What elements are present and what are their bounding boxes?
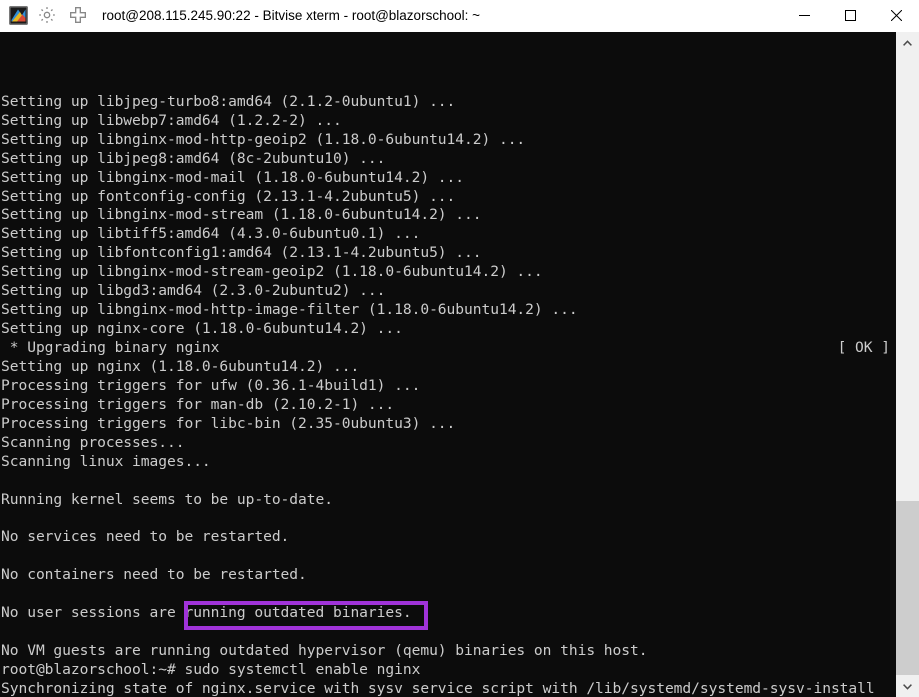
terminal-line-text: Setting up nginx-core (1.18.0-6ubuntu14.… [1, 320, 403, 338]
maximize-button[interactable] [827, 0, 873, 31]
terminal-line: Synchronizing state of nginx.service wit… [1, 680, 895, 697]
terminal-line: Setting up nginx (1.18.0-6ubuntu14.2) ..… [1, 358, 895, 377]
terminal-line-text: Setting up libfontconfig1:amd64 (2.13.1-… [1, 244, 482, 262]
close-button[interactable] [873, 0, 919, 31]
terminal-line: No services need to be restarted. [1, 528, 895, 547]
terminal-line-text: Setting up libnginx-mod-http-image-filte… [1, 301, 578, 319]
terminal-line-text: Scanning processes... [1, 433, 185, 451]
terminal-window: root@208.115.245.90:22 - Bitvise xterm -… [0, 0, 919, 697]
terminal-line: * Upgrading binary nginx [ OK ] [1, 339, 895, 358]
terminal-line: Running kernel seems to be up-to-date. [1, 491, 895, 510]
window-title: root@208.115.245.90:22 - Bitvise xterm -… [102, 8, 480, 23]
terminal-line: Setting up libnginx-mod-stream-geoip2 (1… [1, 263, 895, 282]
terminal-scrollbar[interactable] [895, 32, 919, 697]
terminal-line-text: * Upgrading binary nginx [1, 339, 220, 357]
terminal-area: Setting up libjpeg-turbo8:amd64 (2.1.2-0… [0, 32, 919, 697]
terminal-line: root@blazorschool:~# sudo systemctl enab… [1, 661, 895, 680]
terminal-line: Setting up libnginx-mod-mail (1.18.0-6ub… [1, 169, 895, 188]
terminal-line-text: Setting up libjpeg8:amd64 (8c-2ubuntu10)… [1, 149, 386, 167]
terminal-line: No user sessions are running outdated bi… [1, 604, 895, 623]
terminal-line-text: Processing triggers for man-db (2.10.2-1… [1, 395, 395, 413]
terminal-line-text: Scanning linux images... [1, 452, 211, 470]
terminal-line-text: Synchronizing state of nginx.service wit… [1, 679, 875, 697]
terminal-line-text: Running kernel seems to be up-to-date. [1, 490, 333, 508]
terminal-line: Setting up libgd3:amd64 (2.3.0-2ubuntu2)… [1, 282, 895, 301]
window-controls [781, 0, 919, 31]
terminal-line: Setting up libnginx-mod-http-image-filte… [1, 301, 895, 320]
title-bar: root@208.115.245.90:22 - Bitvise xterm -… [0, 0, 919, 32]
scrollbar-up-button[interactable] [896, 32, 919, 54]
terminal-line-text: Setting up libnginx-mod-stream-geoip2 (1… [1, 263, 543, 281]
terminal-line-text: Setting up libtiff5:amd64 (4.3.0-6ubuntu… [1, 225, 421, 243]
terminal-line: Scanning processes... [1, 434, 895, 453]
terminal-line: No VM guests are running outdated hyperv… [1, 642, 895, 661]
terminal-line-text: Setting up libnginx-mod-http-geoip2 (1.1… [1, 130, 526, 148]
terminal-line-text: Setting up nginx (1.18.0-6ubuntu14.2) ..… [1, 357, 360, 375]
scrollbar-track[interactable] [896, 54, 919, 675]
terminal-status-ok: [ OK ] [837, 339, 890, 357]
terminal-line-text: Setting up libjpeg-turbo8:amd64 (2.1.2-0… [1, 92, 456, 110]
terminal-line: Setting up libnginx-mod-http-geoip2 (1.1… [1, 131, 895, 150]
terminal-line: Setting up libjpeg8:amd64 (8c-2ubuntu10)… [1, 150, 895, 169]
plus-icon[interactable] [68, 5, 90, 27]
minimize-button[interactable] [781, 0, 827, 31]
terminal-line-text: Setting up libgd3:amd64 (2.3.0-2ubuntu2)… [1, 282, 386, 300]
terminal-line-text: No user sessions are running outdated bi… [1, 604, 412, 622]
terminal-screen[interactable]: Setting up libjpeg-turbo8:amd64 (2.1.2-0… [0, 32, 895, 697]
terminal-line-text: Setting up libnginx-mod-stream (1.18.0-6… [1, 206, 482, 224]
terminal-line-text: Processing triggers for ufw (0.36.1-4bui… [1, 376, 421, 394]
terminal-line: Processing triggers for ufw (0.36.1-4bui… [1, 377, 895, 396]
terminal-line: Processing triggers for man-db (2.10.2-1… [1, 396, 895, 415]
scrollbar-thumb[interactable] [896, 501, 919, 675]
bitvise-logo-icon [9, 6, 28, 25]
terminal-line: Setting up libfontconfig1:amd64 (2.13.1-… [1, 244, 895, 263]
terminal-line: Processing triggers for libc-bin (2.35-0… [1, 415, 895, 434]
terminal-line: Setting up libtiff5:amd64 (4.3.0-6ubuntu… [1, 225, 895, 244]
terminal-line-text: Setting up libnginx-mod-mail (1.18.0-6ub… [1, 168, 465, 186]
terminal-line: Setting up libjpeg-turbo8:amd64 (2.1.2-0… [1, 93, 895, 112]
terminal-line-text: Processing triggers for libc-bin (2.35-0… [1, 414, 456, 432]
terminal-line-text: No containers need to be restarted. [1, 566, 307, 584]
terminal-line: Scanning linux images... [1, 453, 895, 472]
terminal-line: Setting up libnginx-mod-stream (1.18.0-6… [1, 206, 895, 225]
terminal-line: No containers need to be restarted. [1, 566, 895, 585]
terminal-line: Setting up nginx-core (1.18.0-6ubuntu14.… [1, 320, 895, 339]
terminal-line-text: No services need to be restarted. [1, 528, 290, 546]
terminal-line-text: root@blazorschool:~# sudo systemctl enab… [1, 660, 421, 678]
terminal-line-text: Setting up fontconfig-config (2.13.1-4.2… [1, 187, 456, 205]
terminal-line-text: Setting up libwebp7:amd64 (1.2.2-2) ... [1, 111, 342, 129]
terminal-line: Setting up libwebp7:amd64 (1.2.2-2) ... [1, 112, 895, 131]
gear-icon[interactable] [37, 5, 59, 27]
terminal-line: Setting up fontconfig-config (2.13.1-4.2… [1, 188, 895, 207]
scrollbar-down-button[interactable] [896, 675, 919, 697]
terminal-line-text: No VM guests are running outdated hyperv… [1, 642, 648, 660]
